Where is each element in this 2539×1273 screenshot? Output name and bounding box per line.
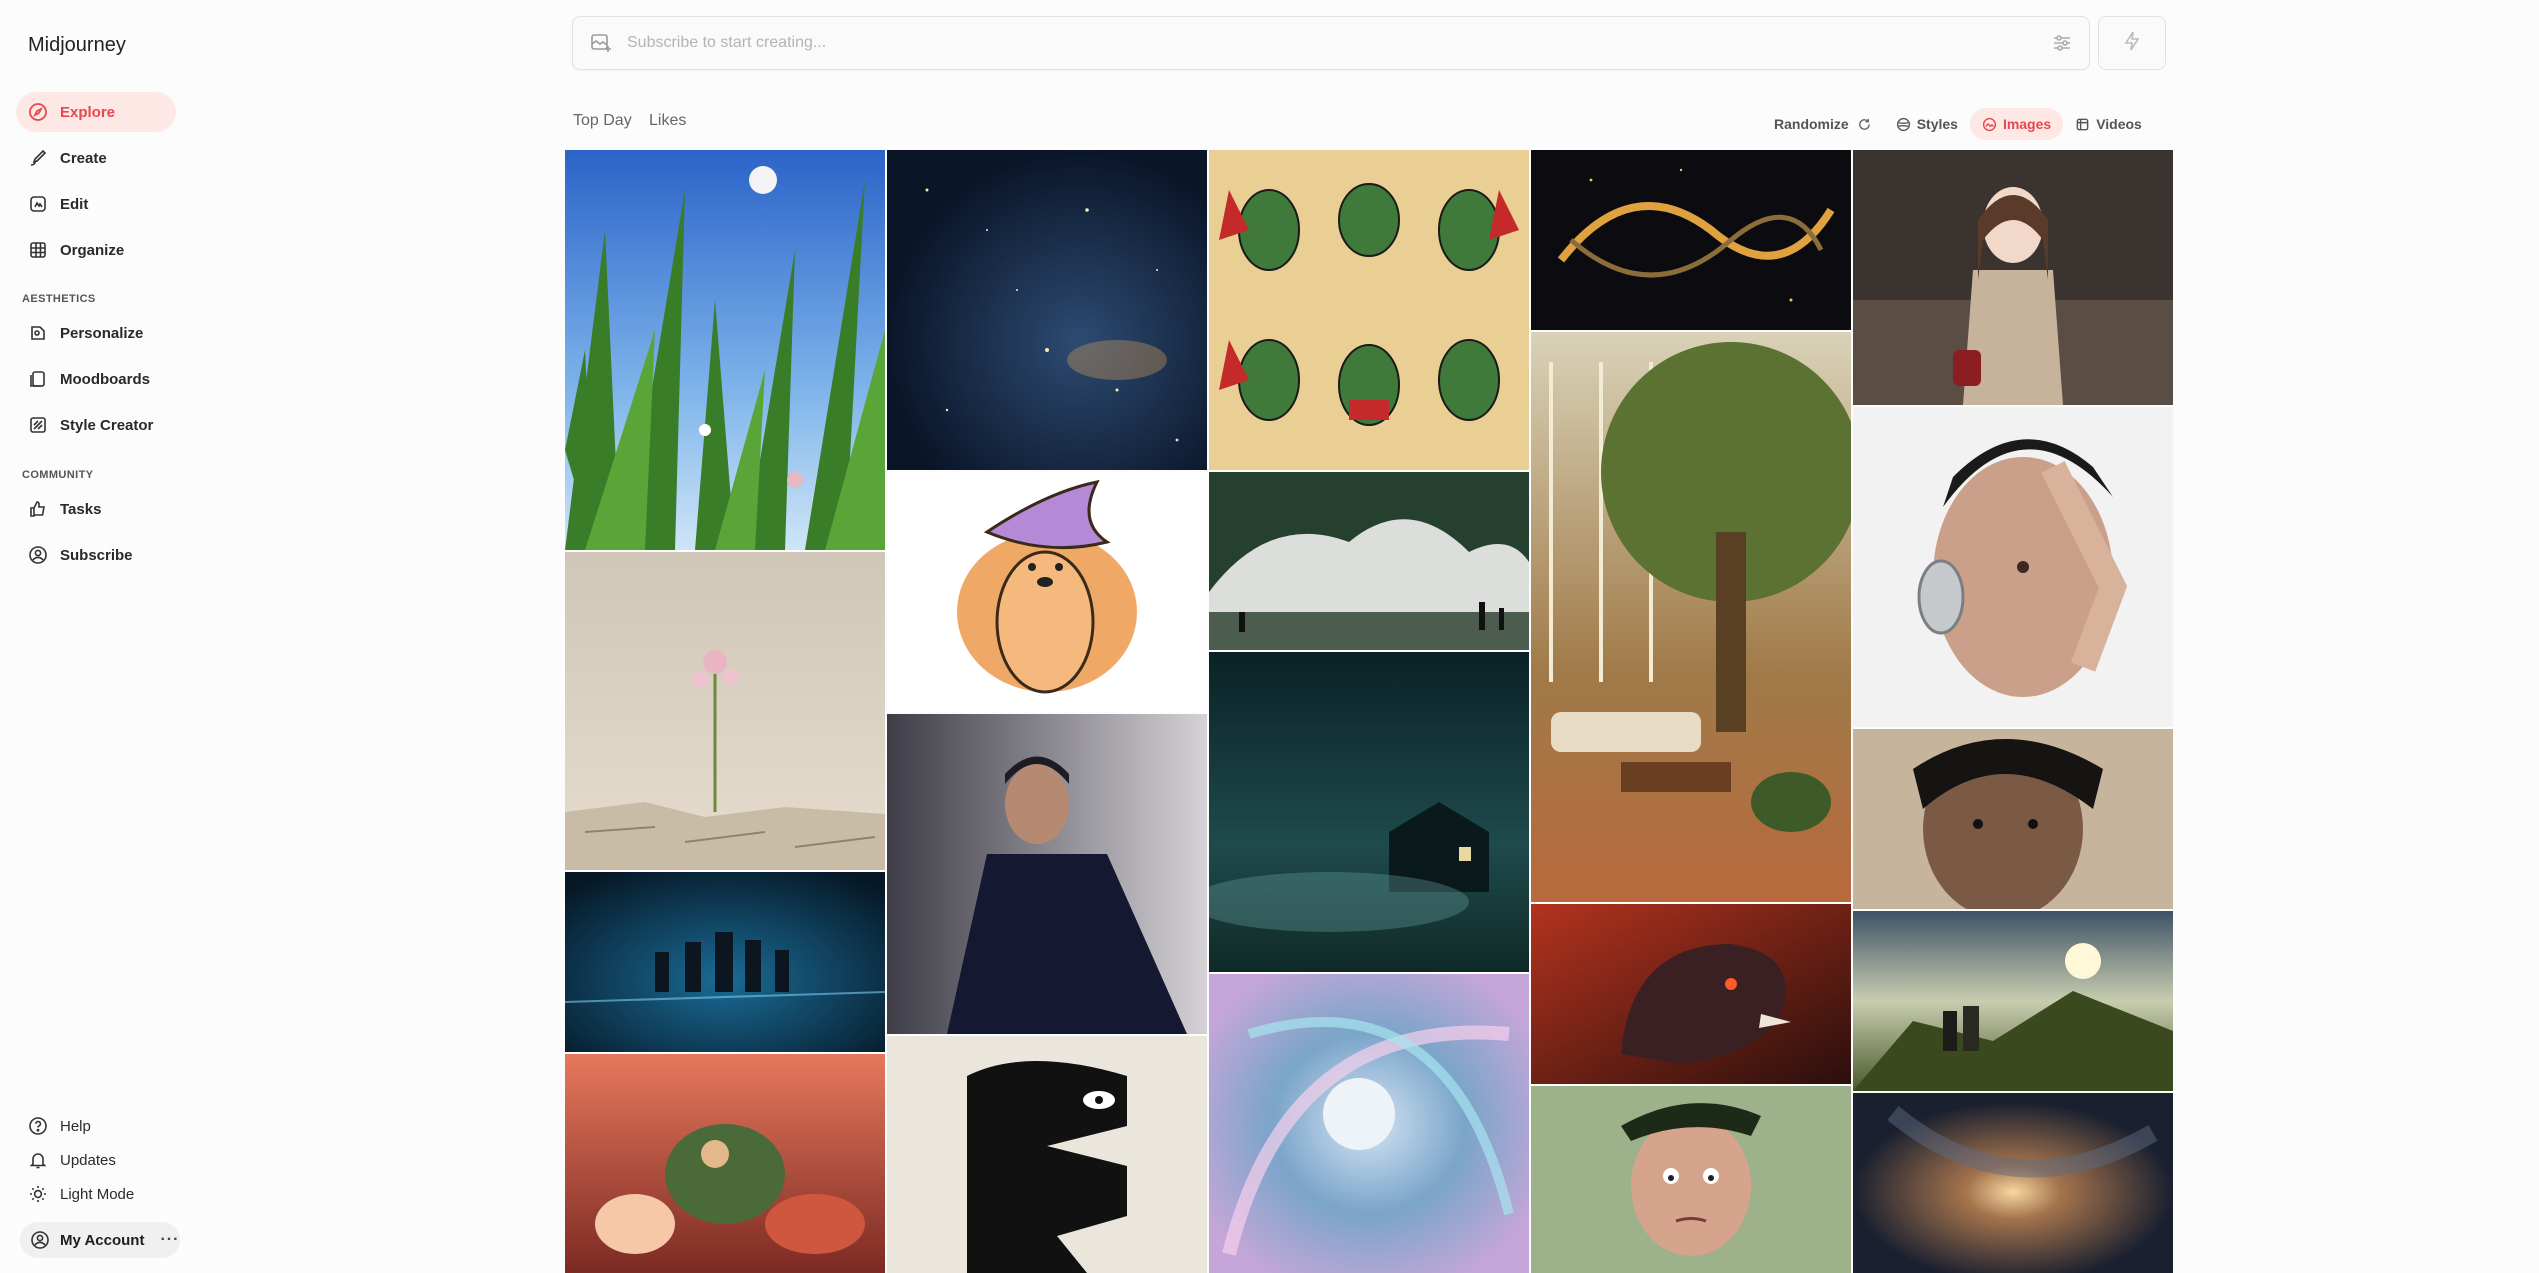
my-account-button[interactable]: My Account ···	[20, 1222, 180, 1258]
gallery-image-woman-in-store[interactable]	[1853, 150, 2173, 405]
sidebar-item-tasks[interactable]: Tasks	[16, 489, 176, 529]
gallery-image-tidal-wave[interactable]	[1209, 472, 1529, 650]
gallery-image-warrior-closeup[interactable]	[1853, 729, 2173, 909]
gallery-image-greenhouse-tree-lounge[interactable]	[1531, 332, 1851, 902]
gallery-image-wildflower-cracked-earth[interactable]	[565, 552, 885, 870]
refresh-icon	[1858, 118, 1870, 130]
style-creator-icon	[28, 415, 48, 435]
sidebar-item-light-mode[interactable]: Light Mode	[16, 1174, 176, 1214]
sidebar-item-organize[interactable]: Organize	[16, 230, 176, 270]
settings-sliders-icon[interactable]	[2051, 32, 2073, 54]
gallery-image-foggy-cabin-night[interactable]	[1209, 652, 1529, 972]
sidebar-item-label: Organize	[60, 241, 125, 259]
app-logo[interactable]: Midjourney	[28, 34, 126, 57]
section-label-aesthetics: AESTHETICS	[22, 293, 96, 305]
more-options-icon[interactable]: ···	[160, 1231, 179, 1249]
sidebar-item-moodboards[interactable]: Moodboards	[16, 359, 176, 399]
gallery-image-dark-caped-man[interactable]	[887, 714, 1207, 1034]
compass-icon	[28, 102, 48, 122]
sidebar-item-explore[interactable]: Explore	[16, 92, 176, 132]
sidebar-item-edit[interactable]: Edit	[16, 184, 176, 224]
view-tools: Randomize Styles Images Videos	[1762, 108, 2154, 140]
sidebar-item-label: Style Creator	[60, 416, 154, 434]
sidebar-item-create[interactable]: Create	[16, 138, 176, 178]
gallery-image-black-abstract-creature[interactable]	[887, 1036, 1207, 1273]
user-circle-icon	[28, 545, 48, 565]
palette-icon	[1896, 117, 1910, 131]
sun-icon	[28, 1184, 48, 1204]
help-icon	[28, 1116, 48, 1136]
gallery-image-lava-dinosaur[interactable]	[1531, 904, 1851, 1084]
image-icon	[1982, 117, 1997, 131]
gallery-image-chess-pieces[interactable]	[565, 872, 885, 1052]
grid-icon	[28, 240, 48, 260]
randomize-label: Randomize	[1774, 116, 1849, 132]
prompt-bar	[572, 16, 2090, 70]
gallery-image-cosmic-swirl-moon[interactable]	[1209, 974, 1529, 1273]
gallery-image-nebula-explosion[interactable]	[1853, 1093, 2173, 1273]
edit-image-icon	[28, 194, 48, 214]
gallery-image-woman-silver-earring[interactable]	[1853, 407, 2173, 727]
sidebar-item-label: Updates	[60, 1151, 116, 1169]
moodboard-icon	[28, 369, 48, 389]
sidebar-item-subscribe[interactable]: Subscribe	[16, 535, 176, 575]
gallery-image-grass-sky[interactable]	[565, 150, 885, 550]
prompt-input[interactable]	[627, 34, 2051, 52]
gallery-image-claymation-character[interactable]	[1531, 1086, 1851, 1273]
tab-top-day[interactable]: Top Day	[573, 112, 632, 130]
sidebar-item-personalize[interactable]: Personalize	[16, 313, 176, 353]
randomize-button[interactable]: Randomize	[1762, 108, 1884, 140]
sidebar-item-label: Moodboards	[60, 370, 150, 388]
sidebar-item-label: Create	[60, 149, 107, 167]
tab-likes[interactable]: Likes	[649, 112, 686, 130]
bell-icon	[28, 1150, 48, 1170]
video-icon	[2076, 118, 2089, 130]
videos-filter[interactable]: Videos	[2063, 108, 2154, 140]
speed-mode-button[interactable]	[2098, 16, 2166, 70]
sidebar-item-label: Light Mode	[60, 1185, 135, 1203]
personalize-icon	[28, 323, 48, 343]
sidebar-item-label: Subscribe	[60, 546, 133, 564]
styles-label: Styles	[1916, 116, 1958, 132]
sidebar: Midjourney Explore Create Edit Organize …	[0, 0, 190, 1273]
gallery-image-fantasy-forest-scene[interactable]	[565, 1054, 885, 1273]
sidebar-item-label: Explore	[60, 103, 116, 121]
brush-icon	[28, 148, 48, 168]
sidebar-item-label: Personalize	[60, 324, 144, 342]
gallery-image-cloaked-figures-hill[interactable]	[1853, 911, 2173, 1091]
styles-filter[interactable]: Styles	[1884, 108, 1970, 140]
lightning-icon	[2121, 30, 2143, 57]
gallery-image-golden-ribbon-dragon[interactable]	[1531, 150, 1851, 330]
account-label: My Account	[60, 1231, 145, 1249]
sidebar-item-label: Tasks	[60, 500, 102, 518]
gallery-image-starry-galaxy[interactable]	[887, 150, 1207, 470]
thumbs-up-icon	[28, 499, 48, 519]
images-label: Images	[2002, 116, 2052, 132]
videos-label: Videos	[2096, 116, 2142, 132]
sidebar-item-style-creator[interactable]: Style Creator	[16, 405, 176, 445]
image-gallery	[565, 150, 2173, 1273]
images-filter[interactable]: Images	[1969, 108, 2064, 140]
gallery-image-wizard-bear-cartoon[interactable]	[887, 472, 1207, 712]
gallery-image-goblin-sprites[interactable]	[1209, 150, 1529, 470]
sidebar-item-label: Help	[60, 1117, 91, 1135]
sidebar-item-label: Edit	[60, 195, 89, 213]
section-label-community: COMMUNITY	[22, 469, 94, 481]
user-circle-icon	[30, 1230, 50, 1250]
add-image-icon[interactable]	[589, 31, 613, 55]
